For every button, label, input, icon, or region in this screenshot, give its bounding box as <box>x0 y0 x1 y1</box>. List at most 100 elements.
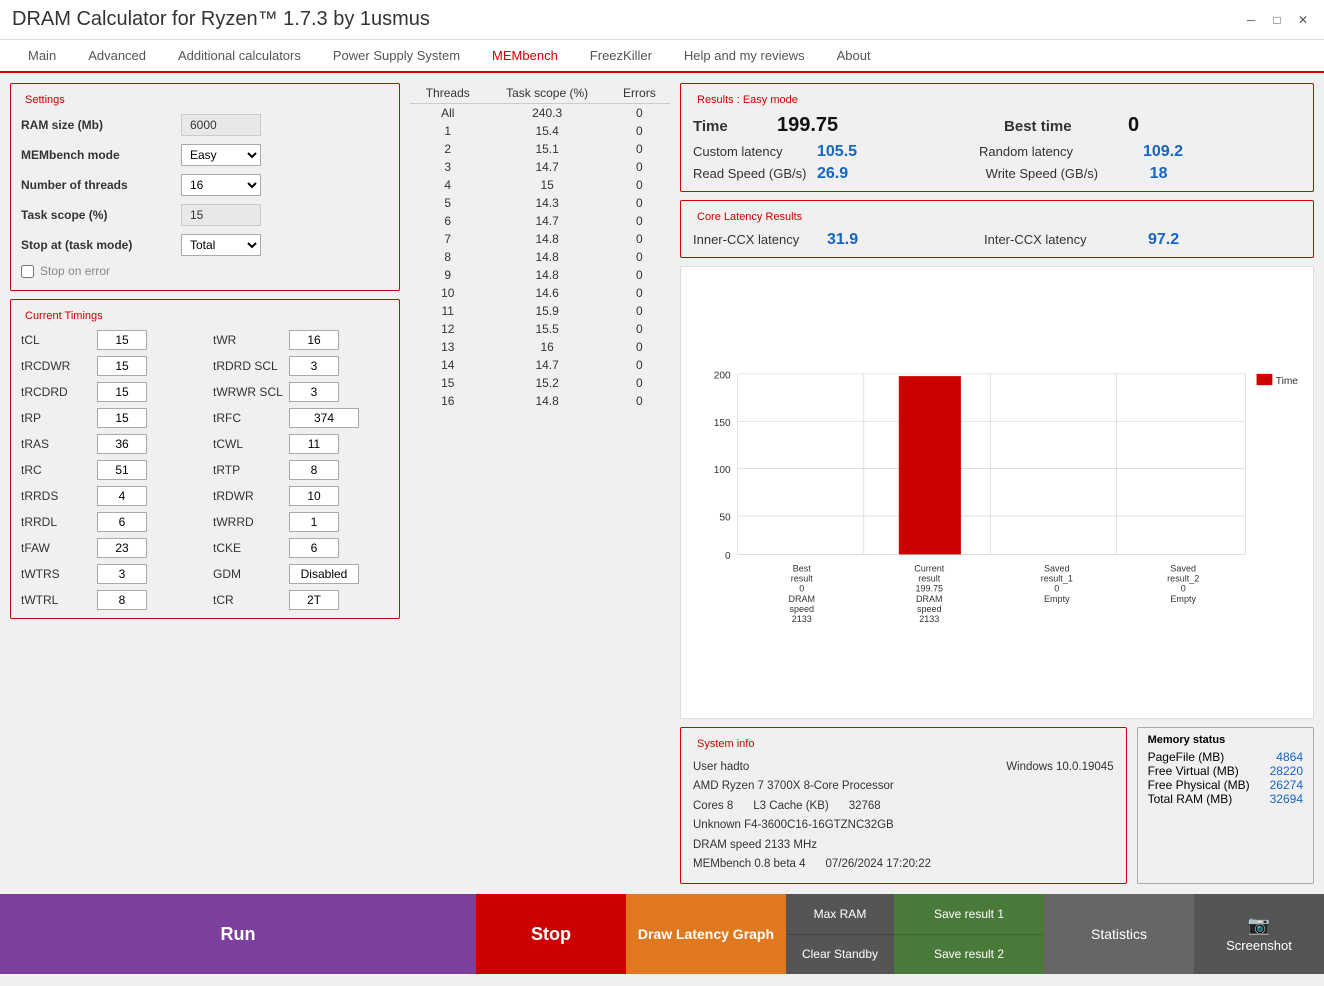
stop-on-error-checkbox[interactable] <box>21 265 34 278</box>
thread-errors: 0 <box>609 230 670 248</box>
custom-latency-value: 105.5 <box>817 143 975 161</box>
maximize-button[interactable]: □ <box>1268 11 1286 29</box>
thread-id: 13 <box>410 338 485 356</box>
svg-text:Saved: Saved <box>1044 563 1070 573</box>
thread-errors: 0 <box>609 320 670 338</box>
nav-about[interactable]: About <box>821 40 887 73</box>
ram-size-label: RAM size (Mb) <box>21 118 181 132</box>
thread-scope: 14.8 <box>485 266 608 284</box>
table-row: 814.80 <box>410 248 670 266</box>
svg-text:result: result <box>791 574 814 584</box>
stop-at-row: Stop at (task mode) Total Each <box>21 234 389 256</box>
clear-standby-button[interactable]: Clear Standby <box>786 935 894 975</box>
save-result-2-button[interactable]: Save result 2 <box>894 935 1044 975</box>
thread-scope: 14.7 <box>485 212 608 230</box>
svg-text:0: 0 <box>1054 584 1059 594</box>
num-threads-label: Number of threads <box>21 178 181 192</box>
nav-membench[interactable]: MEMbench <box>476 40 574 73</box>
table-row: 314.70 <box>410 158 670 176</box>
timing-tcl: tCL15 <box>21 330 197 350</box>
membench-mode-select[interactable]: Easy Hard <box>181 144 261 166</box>
bottom-bar: Run Stop Draw Latency Graph Max RAM Clea… <box>0 894 1324 974</box>
timing-trrds: tRRDS4 <box>21 486 197 506</box>
chart-section: 200 150 100 50 0 Best result 0 DRAM spee… <box>680 266 1314 719</box>
nav-power[interactable]: Power Supply System <box>317 40 476 73</box>
core-latency-title: Core Latency Results <box>693 211 806 223</box>
inter-ccx-label: Inter-CCX latency <box>984 232 1144 247</box>
mem-label: Free Physical (MB) <box>1148 778 1250 792</box>
time-label: Time <box>693 118 773 135</box>
nav-additional[interactable]: Additional calculators <box>162 40 317 73</box>
random-latency-label: Random latency <box>979 144 1139 159</box>
system-info-text: User hadto Windows 10.0.19045 AMD Ryzen … <box>693 758 1114 875</box>
thread-scope: 15 <box>485 176 608 194</box>
timing-twtrs: tWTRS3 <box>21 564 197 584</box>
max-ram-button[interactable]: Max RAM <box>786 894 894 935</box>
nav-main[interactable]: Main <box>12 40 72 73</box>
table-row: 215.10 <box>410 140 670 158</box>
l3-value: 32768 <box>849 797 881 817</box>
read-speed-label: Read Speed (GB/s) <box>693 166 813 181</box>
timing-twtrl: tWTRL8 <box>21 590 197 610</box>
thread-scope: 15.5 <box>485 320 608 338</box>
thread-scope: 16 <box>485 338 608 356</box>
svg-text:result_2: result_2 <box>1167 574 1199 584</box>
nav-help[interactable]: Help and my reviews <box>668 40 821 73</box>
mem-value: 26274 <box>1270 778 1303 792</box>
num-threads-row: Number of threads 16 8 4 <box>21 174 389 196</box>
thread-id: 15 <box>410 374 485 392</box>
best-time-value: 0 <box>1128 114 1301 137</box>
thread-errors: 0 <box>609 176 670 194</box>
run-button[interactable]: Run <box>0 894 476 974</box>
thread-id: 3 <box>410 158 485 176</box>
thread-errors: 0 <box>609 302 670 320</box>
timing-trdrd: tRDRD SCL3 <box>213 356 389 376</box>
mem-value: 4864 <box>1276 750 1303 764</box>
thread-scope: 15.9 <box>485 302 608 320</box>
timing-tras: tRAS36 <box>21 434 197 454</box>
ram-standby-group: Max RAM Clear Standby <box>786 894 894 974</box>
timings-section: Current Timings tCL15 tWR16 tRCDWR15 tRD… <box>10 299 400 619</box>
table-row: 4150 <box>410 176 670 194</box>
close-button[interactable]: ✕ <box>1294 11 1312 29</box>
ram-size-row: RAM size (Mb) 6000 <box>21 114 389 136</box>
timings-title: Current Timings <box>21 310 107 322</box>
nav-bar: Main Advanced Additional calculators Pow… <box>0 40 1324 73</box>
thread-id: 1 <box>410 122 485 140</box>
mem-status-row: Free Virtual (MB)28220 <box>1148 764 1303 778</box>
user-label: User hadto <box>693 758 749 778</box>
statistics-button[interactable]: Statistics <box>1044 894 1194 974</box>
mem-status-row: Free Physical (MB) 26274 <box>1148 778 1303 792</box>
nav-advanced[interactable]: Advanced <box>72 40 162 73</box>
thread-errors: 0 <box>609 392 670 410</box>
thread-errors: 0 <box>609 338 670 356</box>
thread-errors: 0 <box>609 140 670 158</box>
ram-value: Unknown F4-3600C16-16GTZNC32GB <box>693 816 1114 836</box>
best-time-label: Best time <box>1004 118 1124 135</box>
num-threads-select[interactable]: 16 8 4 <box>181 174 261 196</box>
thread-errors: 0 <box>609 158 670 176</box>
date-value: 07/26/2024 17:20:22 <box>826 855 932 875</box>
cpu-value: AMD Ryzen 7 3700X 8-Core Processor <box>693 777 1114 797</box>
timing-trdwr: tRDWR10 <box>213 486 389 506</box>
thread-id: 16 <box>410 392 485 410</box>
thread-errors: 0 <box>609 266 670 284</box>
thread-errors: 0 <box>609 356 670 374</box>
table-row: 514.30 <box>410 194 670 212</box>
write-speed-label: Write Speed (GB/s) <box>986 166 1146 181</box>
ram-size-value: 6000 <box>181 114 261 136</box>
save-result-1-button[interactable]: Save result 1 <box>894 894 1044 935</box>
timing-trc: tRC51 <box>21 460 197 480</box>
minimize-button[interactable]: ─ <box>1242 11 1260 29</box>
draw-latency-button[interactable]: Draw Latency Graph <box>626 894 786 974</box>
stop-at-select[interactable]: Total Each <box>181 234 261 256</box>
system-info-section: System info User hadto Windows 10.0.1904… <box>680 727 1127 884</box>
nav-freezkiller[interactable]: FreezKiller <box>574 40 668 73</box>
thread-scope: 240.3 <box>485 104 608 123</box>
screenshot-button[interactable]: 📷 Screenshot <box>1194 894 1324 974</box>
thread-scope: 15.1 <box>485 140 608 158</box>
svg-text:100: 100 <box>714 465 731 476</box>
stop-button[interactable]: Stop <box>476 894 626 974</box>
table-row: 714.80 <box>410 230 670 248</box>
thread-errors: 0 <box>609 104 670 123</box>
